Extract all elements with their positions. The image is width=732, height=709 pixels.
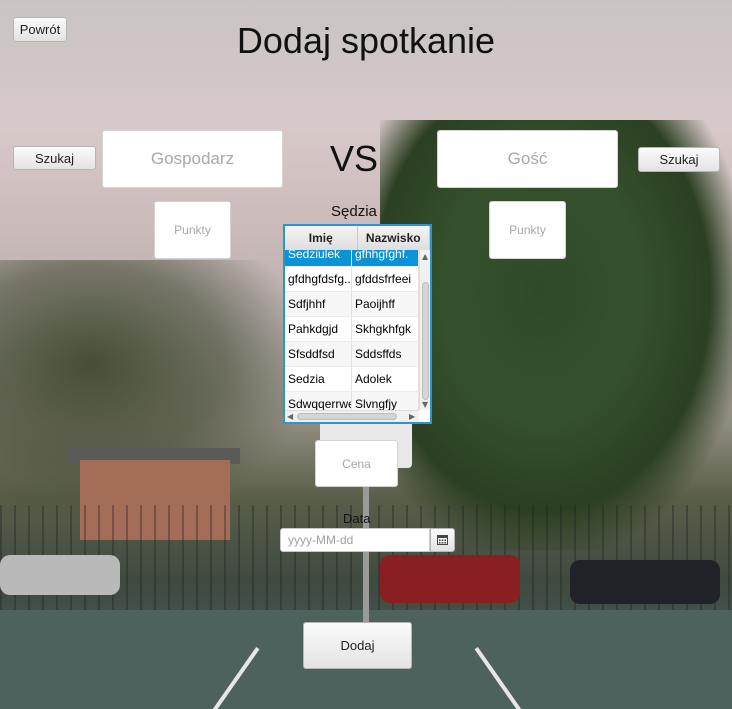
- date-picker-button[interactable]: [430, 528, 455, 552]
- horizontal-scroll-thumb[interactable]: [297, 413, 397, 420]
- column-header-first-name[interactable]: Imię: [285, 226, 358, 250]
- cell-last-name: Slvngfjy: [352, 392, 419, 410]
- cell-first-name: Sdwqqerrwe: [285, 392, 352, 410]
- cell-last-name: Paoijhff: [352, 292, 419, 316]
- table-row[interactable]: Sdfjhhf Paoijhff: [285, 292, 419, 317]
- scroll-left-icon[interactable]: ◀: [287, 412, 293, 421]
- page-title: Dodaj spotkanie: [236, 20, 496, 61]
- table-row[interactable]: Sedziulek gfhhgfghf.: [285, 250, 419, 267]
- date-label: Data: [343, 511, 371, 526]
- cell-last-name: Sddsffds: [352, 342, 419, 366]
- guest-points-field[interactable]: Punkty: [489, 201, 566, 259]
- referee-label: Sędzia: [331, 203, 377, 220]
- host-name-field[interactable]: Gospodarz: [102, 130, 283, 188]
- table-row[interactable]: Sfsddfsd Sddsffds: [285, 342, 419, 367]
- cell-first-name: Pahkdgjd: [285, 317, 352, 341]
- price-field[interactable]: Cena: [315, 440, 398, 487]
- cell-last-name: Adolek: [352, 367, 419, 391]
- vertical-scroll-thumb[interactable]: [422, 282, 429, 400]
- scroll-up-icon[interactable]: ▲: [422, 252, 428, 261]
- cell-last-name: gfhhgfghf.: [352, 250, 419, 266]
- table-body: Sedziulek gfhhgfghf. gfdhgfdsfg... gfdds…: [285, 250, 419, 410]
- table-row[interactable]: Sdwqqerrwe Slvngfjy: [285, 392, 419, 410]
- guest-name-field[interactable]: Gość: [437, 130, 618, 188]
- table-row[interactable]: Pahkdgjd Skhgkhfgk: [285, 317, 419, 342]
- cell-first-name: Sedziulek: [285, 250, 352, 266]
- cell-first-name: Sdfjhhf: [285, 292, 352, 316]
- vertical-scrollbar[interactable]: ▲ ▼: [419, 250, 430, 410]
- cell-first-name: Sedzia: [285, 367, 352, 391]
- cell-first-name: gfdhgfdsfg...: [285, 267, 352, 291]
- table-header: Imię Nazwisko: [285, 226, 430, 251]
- cell-first-name: Sfsddfsd: [285, 342, 352, 366]
- calendar-icon: [437, 535, 448, 545]
- cell-last-name: gfddsfrfeei: [352, 267, 419, 291]
- referee-table[interactable]: Imię Nazwisko Sedziulek gfhhgfghf. gfdhg…: [283, 224, 432, 424]
- scroll-down-icon[interactable]: ▼: [422, 400, 428, 409]
- column-header-last-name[interactable]: Nazwisko: [358, 226, 430, 250]
- scroll-right-icon[interactable]: ▶: [409, 412, 415, 421]
- versus-label: VS: [330, 138, 379, 179]
- horizontal-scrollbar[interactable]: ◀ ▶: [285, 410, 419, 422]
- date-input[interactable]: yyyy-MM-dd: [280, 528, 430, 552]
- table-row[interactable]: Sedzia Adolek: [285, 367, 419, 392]
- host-points-field[interactable]: Punkty: [154, 201, 231, 259]
- guest-search-button[interactable]: Szukaj: [638, 147, 720, 172]
- host-search-button[interactable]: Szukaj: [13, 146, 96, 170]
- cell-last-name: Skhgkhfgk: [352, 317, 419, 341]
- date-picker[interactable]: yyyy-MM-dd: [280, 528, 455, 552]
- add-match-button[interactable]: Dodaj: [303, 622, 412, 669]
- table-row[interactable]: gfdhgfdsfg... gfddsfrfeei: [285, 267, 419, 292]
